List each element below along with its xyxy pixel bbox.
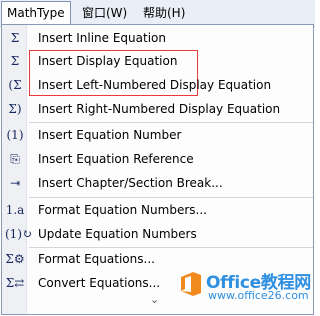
menu-item-label: Insert Inline Equation <box>38 31 166 45</box>
watermark-url: www.office26.com <box>208 289 309 302</box>
section-break-icon: ⇥ <box>9 176 21 190</box>
menu-item-label: Insert Equation Number <box>38 128 182 142</box>
menu-item-insert-left-numbered-equation[interactable]: (Σ Insert Left-Numbered Display Equation <box>2 74 313 96</box>
menubar-item-mathtype[interactable]: MathType <box>1 1 71 24</box>
menubar-item-label: 窗口(W) <box>82 6 128 20</box>
update-numbers-icon: (1)↻ <box>5 227 33 241</box>
convert-equations-icon: Σ⇄ <box>5 276 25 290</box>
menubar-item-help[interactable]: 帮助(H) <box>143 5 185 22</box>
menu-item-label: Convert Equations... <box>38 276 161 290</box>
menu-item-update-equation-numbers[interactable]: (1)↻ Update Equation Numbers <box>2 223 313 245</box>
sigma-left-numbered-icon: (Σ <box>8 78 22 92</box>
menu-item-insert-equation-reference[interactable]: ⎘ Insert Equation Reference <box>2 148 313 170</box>
menu-item-label: Update Equation Numbers <box>38 227 197 241</box>
menu-item-insert-right-numbered-equation[interactable]: Σ) Insert Right-Numbered Display Equatio… <box>2 98 313 120</box>
office-logo-icon <box>181 272 201 296</box>
menu-bar: MathType 窗口(W) 帮助(H) <box>0 0 315 27</box>
sigma-inline-icon: Σ <box>10 31 20 45</box>
menu-item-insert-equation-number[interactable]: (1) Insert Equation Number <box>2 124 313 146</box>
menu-item-insert-section-break[interactable]: ⇥ Insert Chapter/Section Break... <box>2 172 313 194</box>
menu-separator <box>29 197 313 198</box>
menu-item-label: Format Equation Numbers... <box>38 203 207 217</box>
menu-item-label: Insert Left-Numbered Display Equation <box>38 78 272 92</box>
menubar-item-label: 帮助(H) <box>143 6 186 20</box>
menu-item-label: Insert Equation Reference <box>38 152 194 166</box>
menu-item-label: Format Equations... <box>38 252 155 266</box>
menu-item-insert-inline-equation[interactable]: Σ Insert Inline Equation <box>2 27 313 49</box>
menu-expand-chevron-icon[interactable]: ⌄ <box>150 293 159 306</box>
menu-item-format-equation-numbers[interactable]: 1.a Format Equation Numbers... <box>2 199 313 221</box>
format-equations-icon: Σ⚙ <box>5 252 25 266</box>
menu-item-label: Insert Chapter/Section Break... <box>38 176 223 190</box>
sigma-right-numbered-icon: Σ) <box>8 102 22 116</box>
equation-reference-icon: ⎘ <box>10 152 20 166</box>
equation-number-icon: (1) <box>6 128 24 142</box>
sigma-display-icon: Σ <box>10 54 20 68</box>
watermark: Office教程网 www.office26.com <box>178 266 313 308</box>
menu-separator <box>29 122 313 123</box>
menu-item-label: Insert Right-Numbered Display Equation <box>38 102 281 116</box>
format-numbers-icon: 1.a <box>5 203 25 217</box>
menubar-item-window[interactable]: 窗口(W) <box>82 5 127 22</box>
menubar-item-label: MathType <box>7 6 65 20</box>
